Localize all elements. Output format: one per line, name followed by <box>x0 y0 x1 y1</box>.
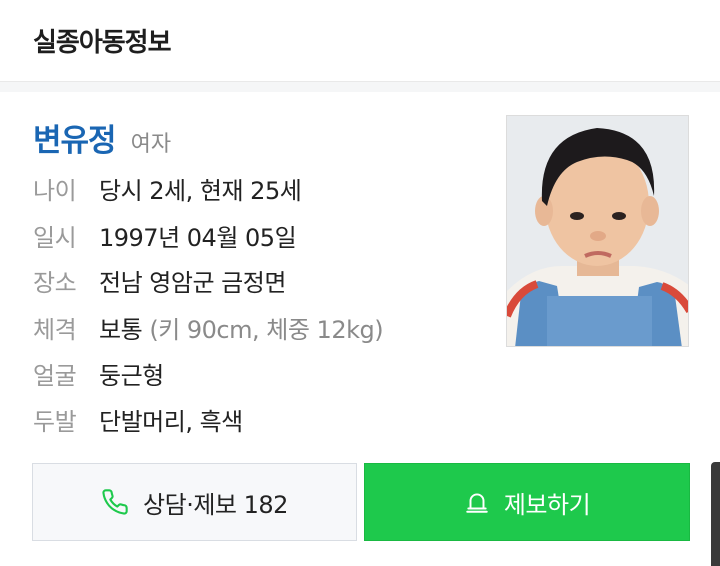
info-value: 둥근형 <box>99 362 164 390</box>
info-value: 보통 <box>99 316 143 344</box>
info-label: 두발 <box>33 408 77 436</box>
call-button-label: 상담·제보 182 <box>143 490 288 519</box>
info-label: 나이 <box>33 177 77 205</box>
info-value: 당시 2세, 현재 25세 <box>99 177 302 205</box>
info-row-face: 얼굴 둥근형 <box>33 356 164 390</box>
section-divider <box>0 82 720 92</box>
info-row-age: 나이 당시 2세, 현재 25세 <box>33 171 302 205</box>
child-name: 변유정 <box>33 123 117 159</box>
info-value: 전남 영암군 금정면 <box>99 269 286 297</box>
report-button[interactable]: 제보하기 <box>364 463 690 541</box>
info-row-build: 체격 보통 (키 90cm, 체중 12kg) <box>33 310 384 344</box>
phone-icon <box>102 489 128 515</box>
info-value: 단발머리, 흑색 <box>99 408 243 436</box>
device-edge <box>711 462 720 566</box>
info-sub-value: (키 90cm, 체중 12kg) <box>149 316 384 344</box>
report-button-label: 제보하기 <box>503 490 591 519</box>
info-row-hair: 두발 단발머리, 흑색 <box>33 402 243 436</box>
info-row-place: 장소 전남 영암군 금정면 <box>33 263 286 297</box>
info-label: 얼굴 <box>33 362 77 390</box>
app-header: 실종아동정보 <box>0 0 720 82</box>
name-row: 변유정 여자 <box>33 115 172 159</box>
info-label: 체격 <box>33 316 77 344</box>
info-label: 장소 <box>33 269 77 297</box>
call-button[interactable]: 상담·제보 182 <box>32 463 357 541</box>
info-value: 1997년 04월 05일 <box>99 224 297 252</box>
siren-icon <box>466 493 488 513</box>
info-label: 일시 <box>33 224 77 252</box>
info-row-date: 일시 1997년 04월 05일 <box>33 218 297 252</box>
child-gender: 여자 <box>130 132 172 157</box>
page-title: 실종아동정보 <box>33 28 172 58</box>
child-photo <box>506 115 689 347</box>
